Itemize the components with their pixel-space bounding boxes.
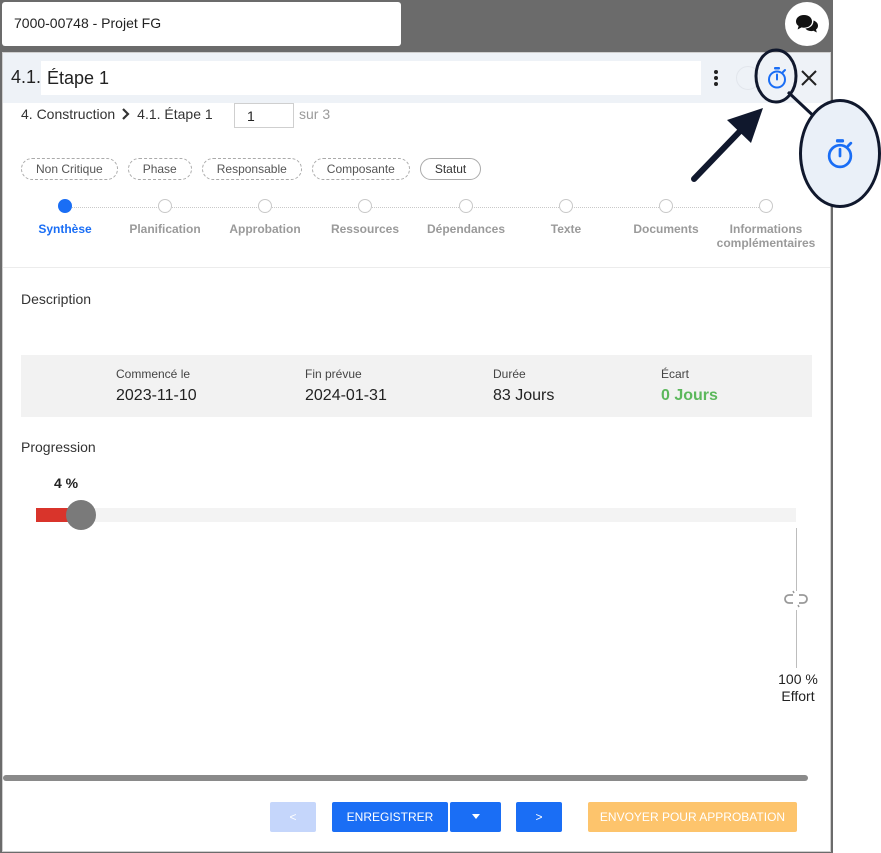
- chip-composante[interactable]: Composante: [311, 158, 410, 180]
- save-dropdown-button[interactable]: [450, 802, 501, 832]
- project-tab[interactable]: 7000-00748 - Projet FG: [2, 2, 401, 46]
- progress-label: Progression: [21, 439, 96, 455]
- progress-slider-handle[interactable]: [66, 500, 96, 530]
- chevron-right-icon: [122, 108, 130, 120]
- step-dot: [358, 199, 372, 213]
- send-for-approval-button[interactable]: ENVOYER POUR APPROBATION: [588, 802, 797, 832]
- breadcrumb-current: 4.1. Étape 1: [137, 106, 213, 122]
- effort-slider-track-bottom: [796, 610, 797, 668]
- gap-value: 0 Jours: [661, 387, 718, 404]
- progress-value: 4 %: [54, 475, 79, 491]
- page-number-input[interactable]: [234, 103, 294, 128]
- stopwatch-icon: [827, 138, 853, 168]
- divider: [3, 267, 830, 268]
- chip-phase[interactable]: Phase: [127, 158, 192, 180]
- step-dot: [459, 199, 473, 213]
- title-input[interactable]: [41, 61, 701, 95]
- close-icon: [801, 70, 817, 86]
- step-number: 4.1.: [11, 67, 42, 87]
- caret-down-icon: [471, 814, 480, 819]
- start-date-label: Commencé le: [116, 367, 191, 381]
- modal-header: 4.1.: [3, 53, 830, 103]
- effort-label: Effort: [781, 688, 815, 704]
- breadcrumb-parent[interactable]: 4. Construction: [21, 106, 115, 122]
- chip-non-critique[interactable]: Non Critique: [21, 158, 118, 180]
- page-total: sur 3: [299, 106, 331, 122]
- zoomed-timer-callout: [799, 99, 881, 208]
- step-dot: [258, 199, 272, 213]
- start-date: Commencé le 2023-11-10: [116, 367, 197, 405]
- save-button[interactable]: ENREGISTRER: [332, 802, 448, 832]
- step-label: Informations complémentaires: [716, 222, 816, 250]
- step-dot: [58, 199, 72, 213]
- chip-statut[interactable]: Statut: [419, 158, 482, 180]
- end-date-label: Fin prévue: [305, 367, 362, 381]
- step-dot: [158, 199, 172, 213]
- end-date: Fin prévue 2024-01-31: [305, 367, 387, 405]
- task-modal: 4.1. 4. Construction 4.1. Étape 1 sur 3: [2, 52, 831, 852]
- step-informations[interactable]: Informations complémentaires: [701, 199, 831, 250]
- end-date-value: 2024-01-31: [305, 387, 387, 404]
- chat-bubbles-icon: [796, 15, 818, 33]
- horizontal-scrollbar[interactable]: [3, 775, 808, 781]
- previous-button[interactable]: <: [270, 802, 316, 832]
- summary-panel: Commencé le 2023-11-10 Fin prévue 2024-0…: [21, 355, 812, 417]
- stopwatch-icon: [768, 67, 786, 89]
- gap-label: Écart: [661, 367, 690, 381]
- progress-slider-track[interactable]: [36, 500, 796, 530]
- step-dot: [659, 199, 673, 213]
- breadcrumb: 4. Construction 4.1. Étape 1: [21, 106, 213, 122]
- step-dot: [559, 199, 573, 213]
- status-circle: [736, 66, 760, 90]
- description-label: Description: [21, 291, 92, 307]
- next-button[interactable]: >: [516, 802, 562, 832]
- start-date-value: 2023-11-10: [116, 387, 197, 404]
- broken-link-icon: [784, 590, 808, 608]
- close-button[interactable]: [796, 65, 822, 91]
- step-dot: [759, 199, 773, 213]
- duration: Durée 83 Jours: [493, 367, 554, 405]
- chat-button[interactable]: [785, 2, 829, 46]
- duration-value: 83 Jours: [493, 387, 555, 404]
- effort-slider-track-top: [796, 528, 797, 591]
- timer-button[interactable]: [763, 64, 791, 92]
- duration-label: Durée: [493, 367, 526, 381]
- gap: Écart 0 Jours: [661, 367, 718, 405]
- effort-value: 100 %: [778, 671, 818, 687]
- kebab-menu-icon[interactable]: [708, 67, 724, 89]
- chip-responsable[interactable]: Responsable: [201, 158, 302, 180]
- link-toggle[interactable]: [784, 590, 808, 610]
- filter-chips: Non Critique Phase Responsable Composant…: [21, 158, 482, 180]
